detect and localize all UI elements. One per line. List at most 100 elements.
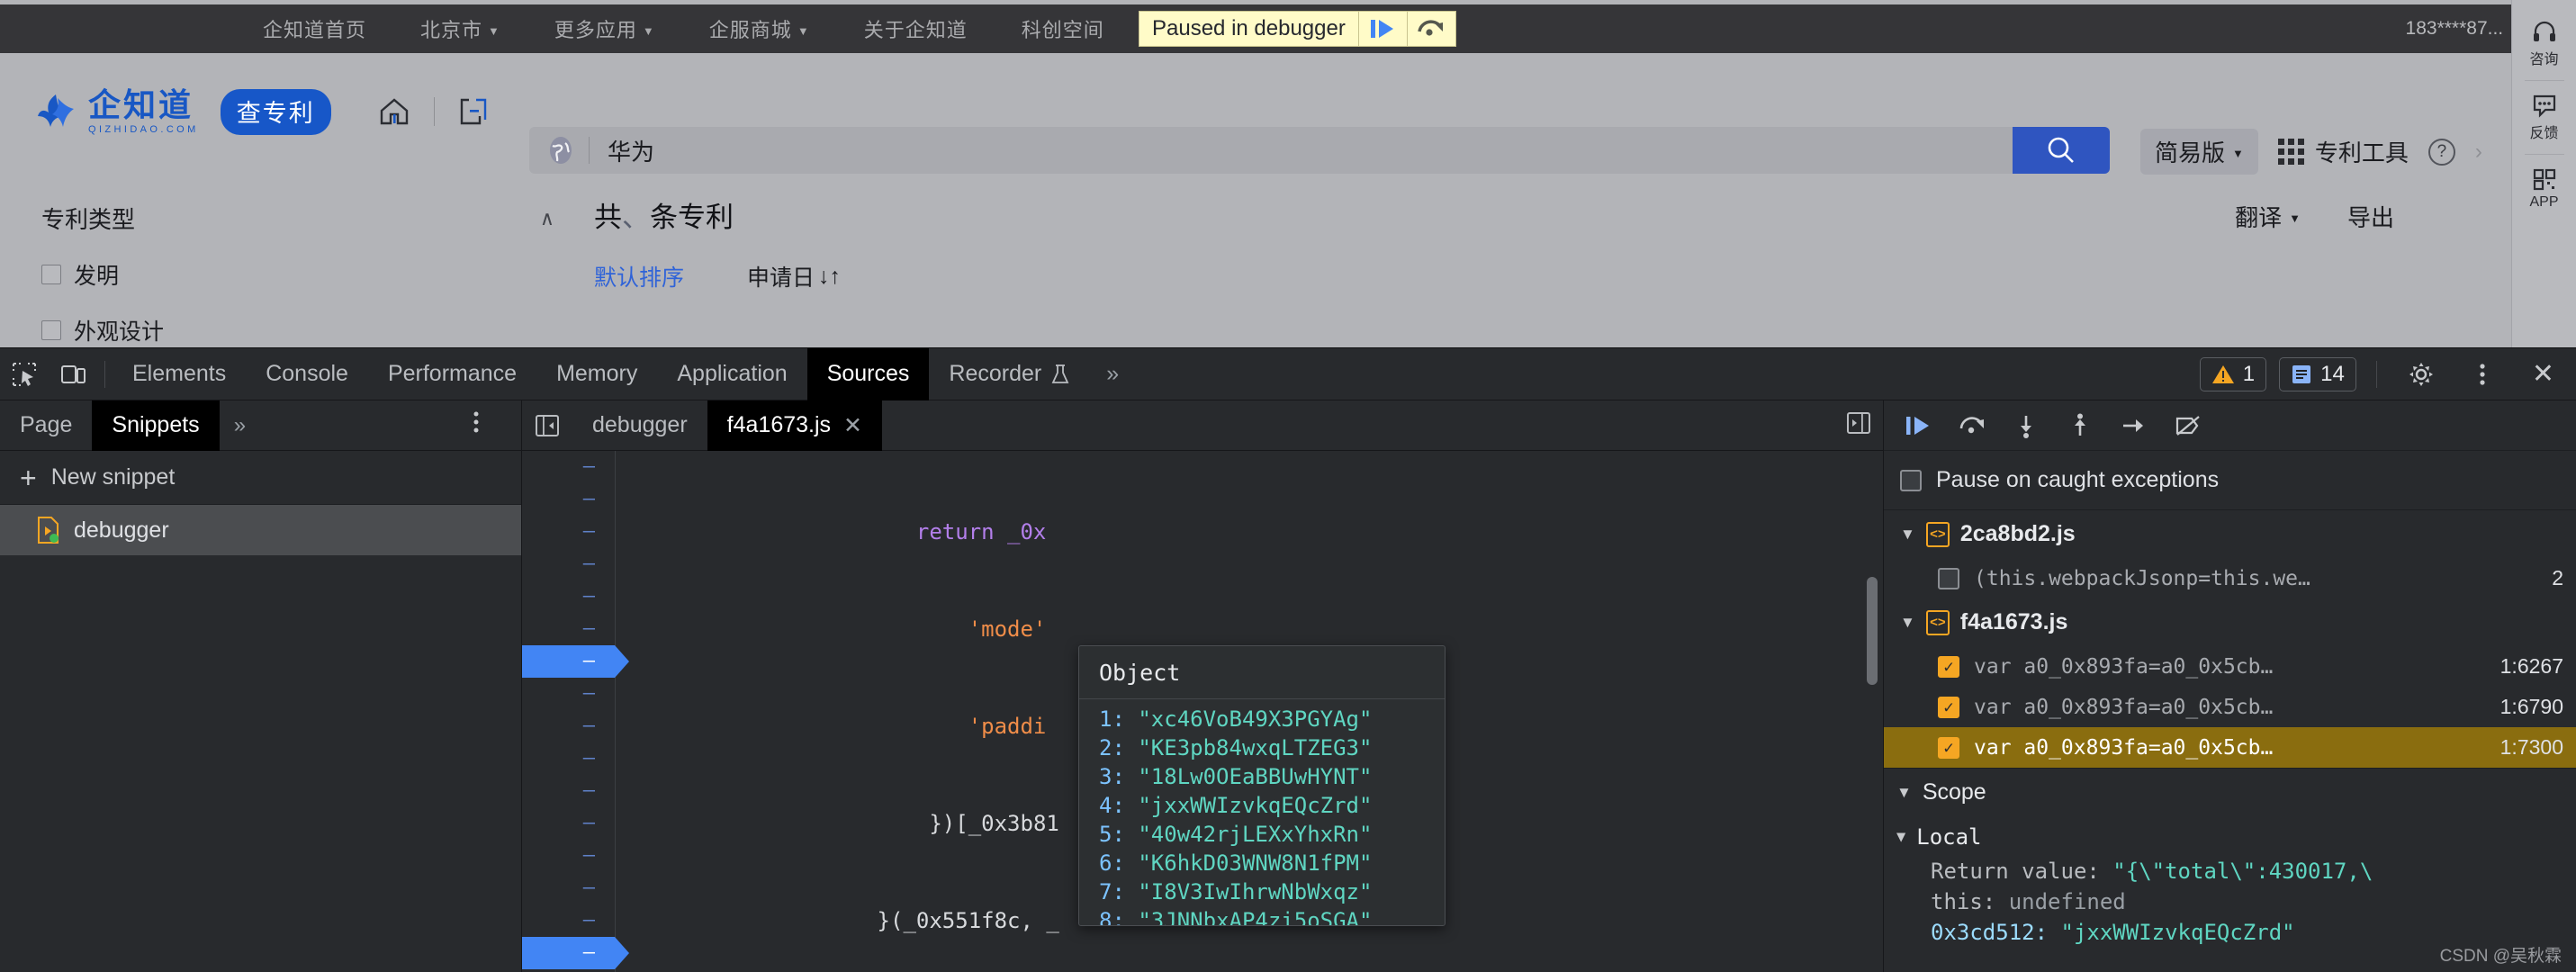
object-entry[interactable]: 2: "KE3pb84wxqLTZEG3" [1099,734,1445,762]
search-bar[interactable]: 华为 [529,127,2014,174]
top-nav-link-city[interactable]: 北京市▼ [420,14,500,43]
step-out-of-current-function-icon[interactable] [2055,400,2105,451]
more-navigator-tabs-icon[interactable]: » [220,413,260,438]
workspace-icon[interactable] [458,96,491,127]
editor-scrollbar[interactable] [1867,577,1878,685]
expand-triangle-icon[interactable]: ▼ [1900,614,1915,632]
toggle-device-toolbar-icon[interactable] [49,348,97,400]
breakpoint-row-selected[interactable]: ✓ var a0_0x893fa=a0_0x5cb… 1:7300 [1884,727,2576,768]
expand-triangle-icon[interactable]: ▼ [1896,822,1905,852]
tab-console[interactable]: Console [246,348,368,400]
step-over-next-function-call-icon[interactable] [1947,400,1997,451]
account-menu[interactable]: 183****87... ▼ [2406,18,2522,40]
object-entry[interactable]: 3: "18Lw0OEaBBUwHYNT" [1099,762,1445,791]
code-area[interactable]: — — — — — — — — — — — — — — — [522,451,1883,972]
collapse-sidebar-icon[interactable] [522,413,572,438]
message-count-badge[interactable]: 14 [2279,357,2356,392]
search-input[interactable]: 华为 [608,134,654,167]
step-over-next-function-call-icon[interactable] [1407,12,1455,46]
top-nav-link-space[interactable]: 科创空间 [1022,14,1104,43]
checkbox-icon[interactable] [1900,470,1922,491]
editor-tab-debugger[interactable]: debugger [572,400,707,451]
scope-variable-row[interactable]: Return value: "{\"total\":430017,\ [1896,856,2576,886]
top-nav-link-home[interactable]: 企知道首页 [263,14,366,43]
mode-selector[interactable]: 简易版 ▼ [2140,129,2258,175]
step-into-next-function-call-icon[interactable] [2001,400,2051,451]
more-panels-icon[interactable]: » [1090,361,1135,387]
home-icon[interactable] [378,96,410,127]
top-nav-link-about[interactable]: 关于企知道 [864,14,968,43]
step-icon[interactable] [2109,400,2159,451]
checkbox-icon[interactable] [41,320,61,340]
breakpoint-row[interactable]: ✓ var a0_0x893fa=a0_0x5cb… 1:6267 [1884,646,2576,687]
object-entry[interactable]: 5: "40w42rjLEXxYhxRn" [1099,820,1445,849]
fold-marker: — [522,710,615,742]
tab-performance[interactable]: Performance [368,348,536,400]
scope-local-header[interactable]: ▼ Local [1896,816,2576,856]
globe-icon[interactable] [545,135,576,166]
tab-elements[interactable]: Elements [113,348,246,400]
breakpoint-row[interactable]: ✓ var a0_0x893fa=a0_0x5cb… 1:6790 [1884,687,2576,727]
top-nav-link-more-apps[interactable]: 更多应用▼ [554,14,655,43]
object-entry[interactable]: 1: "xc46VoB49X3PGYAg" [1099,705,1445,734]
snippet-item-debugger[interactable]: debugger [0,505,521,555]
navigator-kebab-icon[interactable] [473,410,480,441]
checkbox-icon[interactable] [1938,568,1959,590]
expand-triangle-icon[interactable]: ▼ [1900,526,1915,544]
scope-section-header[interactable]: ▼ Scope [1884,768,2576,816]
breakpoint-group-2ca8bd2[interactable]: ▼ <> 2ca8bd2.js [1884,510,2576,558]
resume-script-execution-icon[interactable] [1358,12,1407,46]
chevron-right-icon[interactable]: › [2475,140,2482,165]
brand-logo[interactable]: 企知道 QIZHIDAO.COM 查专利 [36,89,331,135]
object-entry-colon: : [1112,764,1138,789]
checkbox-icon-checked[interactable]: ✓ [1938,697,1959,718]
sort-default[interactable]: 默认排序 [594,260,684,292]
editor-tab-f4a1673[interactable]: f4a1673.js ✕ [707,400,882,451]
checkbox-icon[interactable] [41,265,61,284]
breakpoint-marker[interactable]: — [522,645,615,678]
checkbox-icon-checked[interactable]: ✓ [1938,737,1959,759]
question-mark-icon[interactable]: ? [2428,139,2455,166]
translate-button[interactable]: 翻译 ▼ [2235,200,2301,233]
resume-script-execution-icon[interactable] [1893,400,1943,451]
pause-on-caught-exceptions-row[interactable]: Pause on caught exceptions [1884,451,2576,510]
object-entry[interactable]: 6: "K6hkD03WNW8N1fPM" [1099,849,1445,878]
patent-tools-button[interactable]: 专利工具 [2278,135,2409,168]
breakpoint-marker-current[interactable]: — [522,937,615,969]
brand-product-pill[interactable]: 查专利 [221,89,331,135]
warning-count-badge[interactable]: 1 [2200,357,2266,392]
navigator-tab-snippets[interactable]: Snippets [92,400,219,451]
tab-application[interactable]: Application [657,348,806,400]
rail-item-consult[interactable]: 咨询 [2512,7,2576,80]
tab-memory[interactable]: Memory [536,348,657,400]
gear-icon[interactable] [2397,348,2445,400]
new-snippet-button[interactable]: + New snippet [0,451,521,505]
facet-header[interactable]: 专利类型 ∧ [41,202,554,235]
top-nav-link-mall[interactable]: 企服商城▼ [709,14,810,43]
rail-item-feedback[interactable]: 反馈 [2512,81,2576,154]
inspect-element-icon[interactable] [0,348,49,400]
scope-variable-row[interactable]: this: undefined [1896,886,2576,917]
object-entry[interactable]: 7: "I8V3IwIhrwNbWxqz" [1099,878,1445,906]
export-button[interactable]: 导出 [2347,200,2394,233]
checkbox-icon-checked[interactable]: ✓ [1938,656,1959,678]
breakpoint-row[interactable]: (this.webpackJsonp=this.we… 2 [1884,558,2576,598]
deactivate-breakpoints-icon[interactable] [2163,400,2213,451]
search-button[interactable] [2013,127,2110,174]
object-entry[interactable]: 4: "jxxWWIzvkqEQcZrd" [1099,791,1445,820]
sort-application-date[interactable]: 申请日 ↓↑ [747,260,841,292]
object-entry[interactable]: 8: "3JNNbxAP4zi5oSGA" [1099,906,1445,926]
navigator-tab-page[interactable]: Page [0,400,92,451]
vertical-dots-icon[interactable] [2458,348,2507,400]
rail-item-app[interactable]: APP [2512,155,2576,222]
chevron-up-icon[interactable]: ∧ [540,207,554,230]
close-tab-icon[interactable]: ✕ [843,412,862,439]
facet-option-invention[interactable]: 发明 [41,258,554,291]
breakpoint-group-f4a1673[interactable]: ▼ <> f4a1673.js [1884,598,2576,646]
expand-sidebar-icon[interactable] [1845,410,1872,440]
tab-sources[interactable]: Sources [807,348,930,400]
tab-recorder[interactable]: Recorder [929,348,1090,400]
expand-triangle-icon[interactable]: ▼ [1896,784,1912,802]
close-icon[interactable]: ✕ [2519,358,2567,390]
facet-option-design[interactable]: 外观设计 [41,314,554,346]
